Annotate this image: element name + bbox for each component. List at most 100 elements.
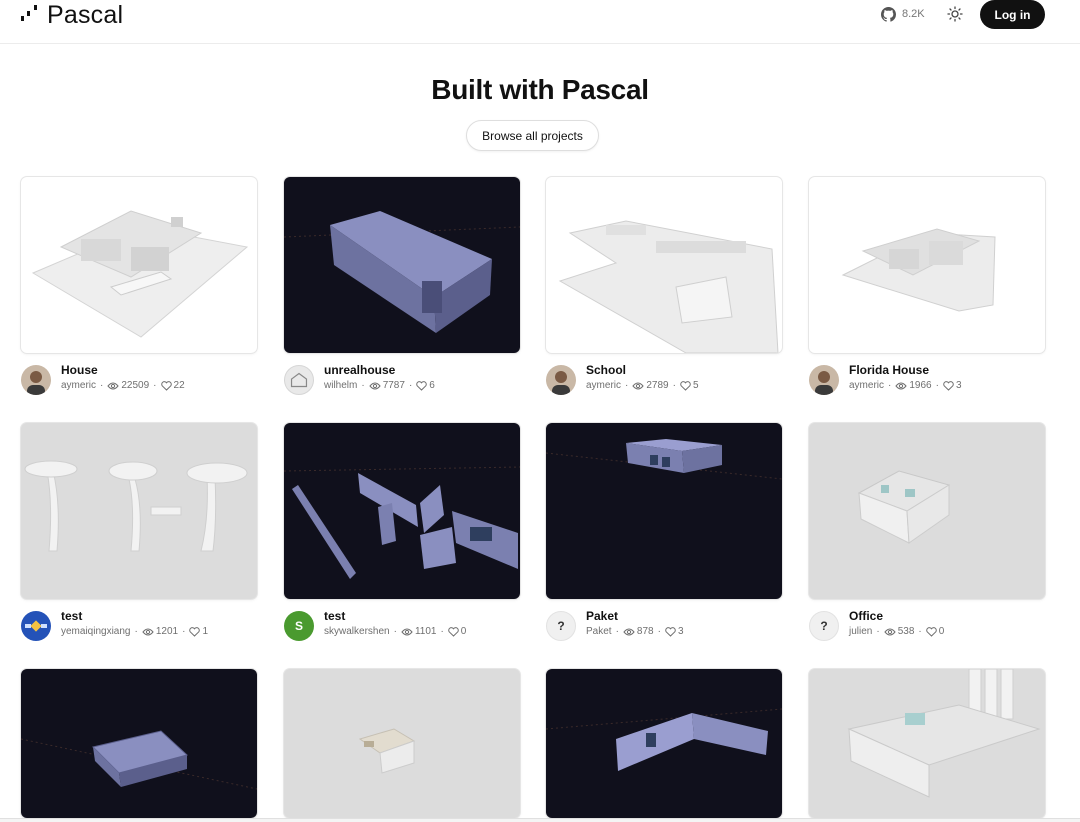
project-card[interactable] (809, 669, 1045, 818)
project-card[interactable]: Florida House aymeric · 1966 · 3 (809, 177, 1045, 407)
eye-icon (623, 628, 635, 635)
view-count: 2789 (646, 380, 669, 391)
separator: · (672, 380, 676, 391)
separator: · (153, 380, 157, 391)
project-thumbnail[interactable] (809, 423, 1045, 599)
author-name[interactable]: skywalkershen (324, 626, 390, 637)
project-meta: unrealhouse wilhelm · 7787 · 6 (284, 363, 520, 407)
project-thumbnail[interactable] (284, 423, 520, 599)
like-count: 1 (202, 626, 208, 637)
project-name[interactable]: Office (849, 609, 883, 623)
project-stats: aymeric · 1966 · 3 (849, 380, 962, 391)
top-navigation-bar: Pascal 8.2K Log in (0, 0, 1080, 44)
project-stats: skywalkershen · 1101 · 0 (324, 626, 466, 637)
author-name[interactable]: julien (849, 626, 872, 637)
project-thumbnail[interactable] (21, 177, 257, 353)
project-thumbnail[interactable] (284, 177, 520, 353)
separator: · (100, 380, 104, 391)
project-thumbnail[interactable] (21, 423, 257, 599)
view-count: 1966 (909, 380, 932, 391)
view-count: 1101 (414, 626, 437, 637)
author-name[interactable]: aymeric (586, 380, 621, 391)
project-thumbnail[interactable] (546, 669, 782, 818)
heart-icon (665, 626, 676, 637)
author-name[interactable]: yemaiqingxiang (61, 626, 131, 637)
heart-icon (925, 626, 937, 637)
view-count: 22509 (121, 380, 150, 391)
eye-icon (884, 628, 896, 635)
project-card[interactable]: S test skywalkershen · 1101 · 0 (284, 423, 520, 653)
separator: · (393, 626, 397, 637)
project-card[interactable]: School aymeric · 2789 · 5 (546, 177, 782, 407)
page-bottom-edge (0, 818, 1080, 822)
github-link[interactable]: 8.2K (881, 6, 925, 22)
project-name[interactable]: Paket (586, 609, 618, 623)
separator: · (440, 626, 444, 637)
avatar[interactable]: ? (546, 611, 576, 641)
project-card[interactable] (21, 669, 257, 818)
separator: · (888, 380, 892, 391)
project-card[interactable]: test yemaiqingxiang · 1201 · 1 (21, 423, 257, 653)
separator: · (615, 626, 619, 637)
avatar[interactable] (809, 365, 839, 395)
separator: · (361, 380, 365, 391)
project-card[interactable]: ? Paket Paket · 878 · 3 (546, 423, 782, 653)
project-thumbnail[interactable] (546, 423, 782, 599)
project-name[interactable]: School (586, 363, 626, 377)
project-meta: S test skywalkershen · 1101 · 0 (284, 609, 520, 653)
github-star-count: 8.2K (902, 8, 925, 20)
separator: · (657, 626, 661, 637)
project-name[interactable]: test (61, 609, 82, 623)
avatar[interactable] (21, 365, 51, 395)
view-count: 7787 (382, 380, 405, 391)
like-count: 5 (692, 380, 699, 391)
project-stats: Paket · 878 · 3 (586, 626, 684, 637)
project-meta: School aymeric · 2789 · 5 (546, 363, 782, 407)
like-count: 6 (429, 380, 435, 391)
heart-icon (189, 626, 201, 637)
project-name[interactable]: unrealhouse (324, 363, 395, 377)
eye-icon (632, 382, 645, 389)
project-meta: ? Office julien · 538 · 0 (809, 609, 1045, 653)
project-card[interactable]: House aymeric · 22509 · 22 (21, 177, 257, 407)
github-icon (881, 6, 896, 22)
avatar[interactable]: S (284, 611, 314, 641)
avatar[interactable] (21, 611, 51, 641)
project-card[interactable] (546, 669, 782, 818)
project-card[interactable]: unrealhouse wilhelm · 7787 · 6 (284, 177, 520, 407)
project-thumbnail[interactable] (21, 669, 257, 818)
avatar[interactable] (546, 365, 576, 395)
project-thumbnail[interactable] (809, 177, 1045, 353)
heart-icon (416, 380, 428, 391)
pascal-logo-icon (21, 5, 41, 25)
like-count: 22 (173, 380, 185, 391)
project-meta: ? Paket Paket · 878 · 3 (546, 609, 782, 653)
project-name[interactable]: House (61, 363, 98, 377)
project-name[interactable]: Florida House (849, 363, 929, 377)
sun-icon (947, 6, 963, 22)
project-thumbnail[interactable] (546, 177, 782, 353)
eye-icon (107, 382, 120, 389)
author-name[interactable]: Paket (586, 626, 612, 637)
avatar[interactable]: ? (809, 611, 839, 641)
project-card[interactable] (284, 669, 520, 818)
author-name[interactable]: aymeric (61, 380, 96, 391)
project-thumbnail[interactable] (284, 669, 520, 818)
project-name[interactable]: test (324, 609, 345, 623)
project-meta: House aymeric · 22509 · 22 (21, 363, 257, 407)
page-title: Built with Pascal (431, 74, 649, 105)
login-button[interactable]: Log in (980, 0, 1045, 29)
browse-all-projects-button[interactable]: Browse all projects (466, 120, 599, 151)
view-count: 1201 (155, 626, 179, 637)
avatar[interactable] (284, 365, 314, 395)
project-meta: Florida House aymeric · 1966 · 3 (809, 363, 1045, 407)
author-name[interactable]: wilhelm (324, 380, 357, 391)
author-name[interactable]: aymeric (849, 380, 884, 391)
pascal-logo[interactable]: Pascal (21, 0, 123, 30)
view-count: 878 (636, 626, 654, 637)
project-card[interactable]: ? Office julien · 538 · 0 (809, 423, 1045, 653)
theme-toggle-button[interactable] (947, 6, 963, 22)
eye-icon (142, 628, 154, 635)
eye-icon (401, 628, 413, 635)
project-thumbnail[interactable] (809, 669, 1045, 818)
